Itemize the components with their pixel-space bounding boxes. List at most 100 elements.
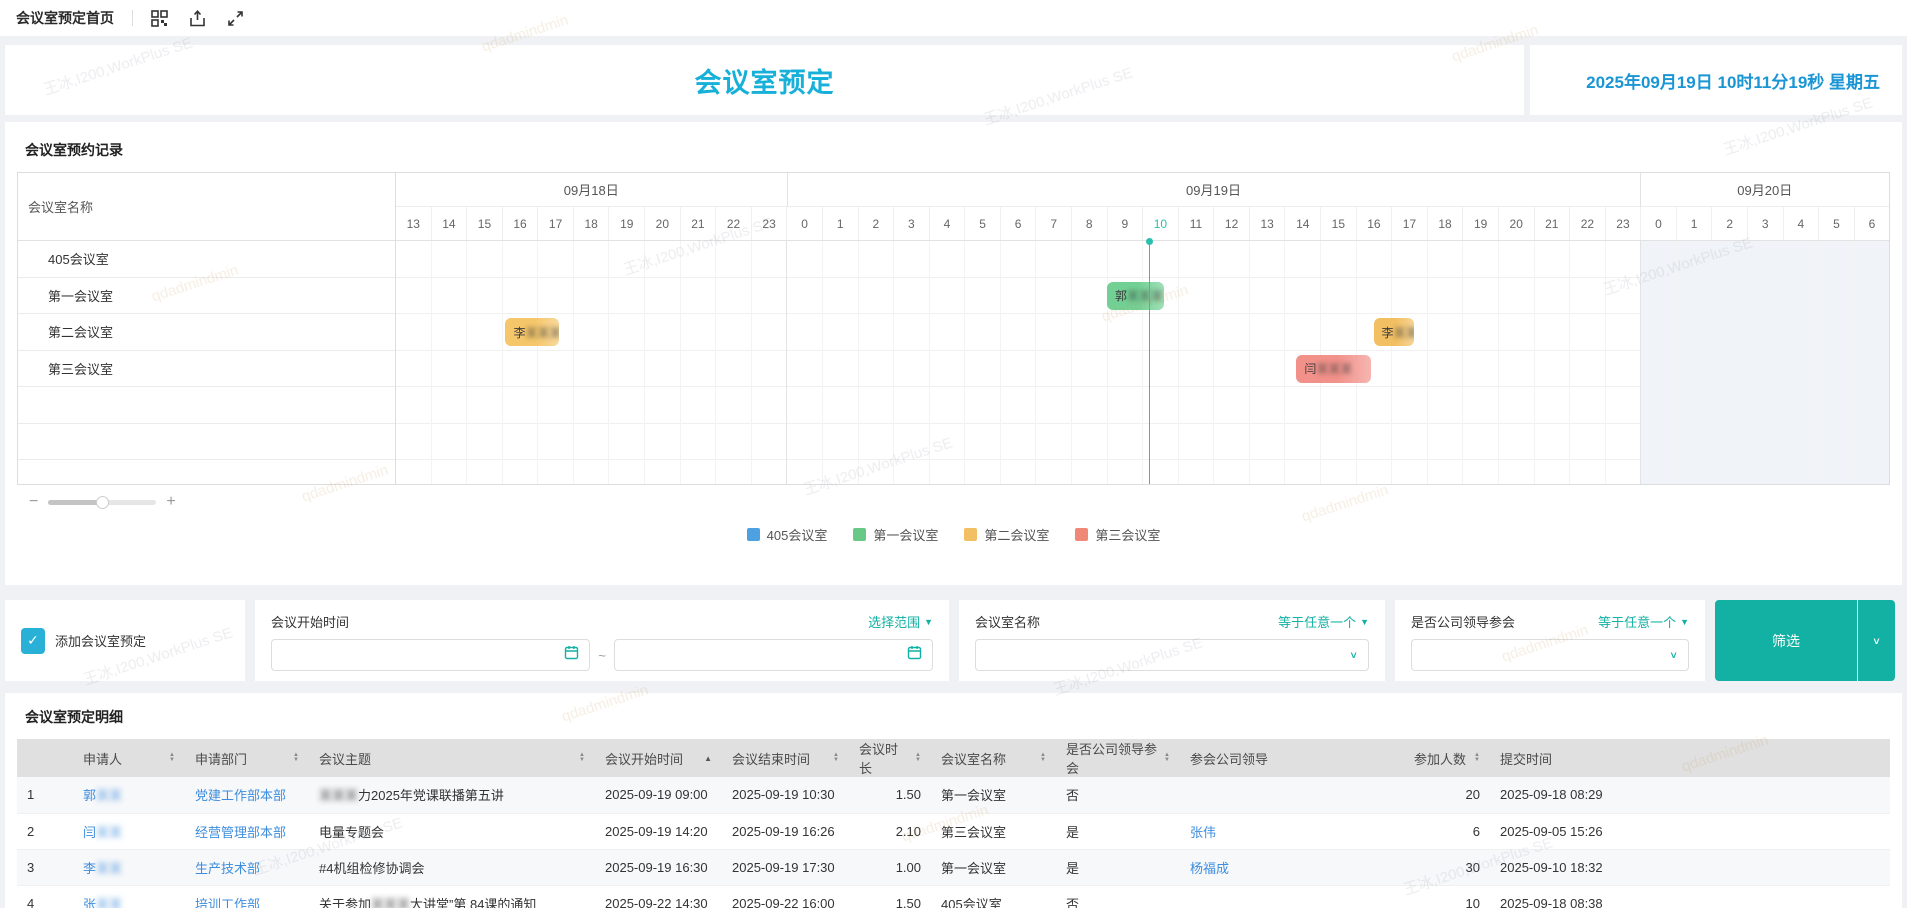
- gantt-legend: 405会议室 第一会议室 第二会议室 第三会议室: [17, 525, 1890, 544]
- cell-dept[interactable]: 生产技术部: [185, 849, 309, 885]
- cell-count: 30: [1390, 849, 1490, 885]
- gantt-hour-label: 17: [1392, 207, 1428, 240]
- column-header-room[interactable]: 会议室名称▲▼: [931, 739, 1056, 777]
- gantt-hour-label: 17: [538, 207, 574, 240]
- cell-topic: #4机组检修协调会: [309, 849, 595, 885]
- gantt-event-bar[interactable]: 李某某某: [505, 318, 558, 346]
- column-header-dept[interactable]: 申请部门▲▼: [185, 739, 309, 777]
- gantt-row: [396, 314, 1889, 351]
- start-date-from-input[interactable]: [271, 639, 590, 671]
- gantt-day-header: 09月19日: [788, 173, 1641, 207]
- gantt-hour-label: 19: [1463, 207, 1499, 240]
- gantt-hour-label: 0: [1641, 207, 1677, 240]
- gantt-event-bar[interactable]: 闫某某某: [1296, 355, 1371, 383]
- fullscreen-icon[interactable]: [225, 8, 245, 28]
- sort-icon: ▲▼: [1474, 753, 1480, 763]
- cell-end: 2025-09-22 16:00: [722, 885, 849, 908]
- gantt-event-bar[interactable]: 郭某某某: [1107, 282, 1164, 310]
- cell-leaders: [1180, 885, 1390, 908]
- zoom-out-button[interactable]: −: [25, 493, 42, 511]
- legend-item[interactable]: 第三会议室: [1075, 525, 1160, 544]
- legend-item[interactable]: 405会议室: [747, 525, 828, 544]
- cell-filler: [1650, 813, 1890, 849]
- legend-item[interactable]: 第二会议室: [964, 525, 1049, 544]
- table-row: 2闫某某经营管理部本部电量专题会2025-09-19 14:202025-09-…: [17, 813, 1890, 849]
- cell-applicant[interactable]: 闫某某: [73, 813, 185, 849]
- gantt-hour-label: 18: [574, 207, 610, 240]
- sort-icon: ▲▼: [833, 753, 839, 763]
- cell-count: 10: [1390, 885, 1490, 908]
- gantt-room-label: 第一会议室: [18, 278, 395, 315]
- cell-start: 2025-09-19 14:20: [595, 813, 722, 849]
- cell-room: 第三会议室: [931, 813, 1056, 849]
- add-reservation-button[interactable]: ✓ 添加会议室预定: [5, 600, 245, 681]
- caret-down-icon: ▼: [924, 617, 933, 627]
- cell-dept[interactable]: 党建工作部本部: [185, 777, 309, 813]
- legend-item[interactable]: 第一会议室: [853, 525, 938, 544]
- table-row: 4张某某培训工作部关于参加某某某大讲堂”第 84课的通知2025-09-22 1…: [17, 885, 1890, 908]
- cell-submitted: 2025-09-18 08:38: [1490, 885, 1650, 908]
- column-header-end[interactable]: 会议结束时间▲▼: [722, 739, 849, 777]
- gantt-hour-label: 23: [1606, 207, 1642, 240]
- cell-applicant[interactable]: 张某某: [73, 885, 185, 908]
- leader-mode-dropdown[interactable]: 等于任意一个▼: [1598, 612, 1689, 631]
- start-date-to-input[interactable]: [614, 639, 933, 671]
- zoom-in-button[interactable]: +: [162, 493, 179, 511]
- gantt-day-header: 09月18日: [396, 173, 788, 207]
- export-icon[interactable]: [187, 8, 207, 28]
- gantt-hour-label: 1: [1677, 207, 1713, 240]
- range-mode-dropdown[interactable]: 选择范围▼: [868, 612, 933, 631]
- filter-room-name: 会议室名称 等于任意一个▼ ∨: [959, 600, 1385, 681]
- room-mode-dropdown[interactable]: 等于任意一个▼: [1278, 612, 1369, 631]
- cell-room: 第一会议室: [931, 777, 1056, 813]
- cell-leader_attend: 否: [1056, 885, 1180, 908]
- qr-code-icon[interactable]: [149, 8, 169, 28]
- gantt-hour-label: 12: [1214, 207, 1250, 240]
- leader-attend-label: 是否公司领导参会: [1411, 612, 1515, 631]
- cell-end: 2025-09-19 10:30: [722, 777, 849, 813]
- gantt-hour-label: 6: [1855, 207, 1890, 240]
- column-header-count[interactable]: 参加人数▲▼: [1390, 739, 1490, 777]
- cell-leaders[interactable]: 杨福成: [1180, 849, 1390, 885]
- gantt-timeline: 09月18日09月19日09月20日 131415161718192021222…: [396, 173, 1889, 484]
- gantt-room-label: [18, 424, 395, 461]
- leader-attend-select[interactable]: ∨: [1411, 639, 1689, 671]
- cell-dept[interactable]: 培训工作部: [185, 885, 309, 908]
- gantt-room-label: 405会议室: [18, 241, 395, 278]
- cell-applicant[interactable]: 郭某某: [73, 777, 185, 813]
- table-row: 1郭某某党建工作部本部某某某力2025年党课联播第五讲2025-09-19 09…: [17, 777, 1890, 813]
- gantt-event-bar[interactable]: 李某某某: [1374, 318, 1415, 346]
- column-header-num: [17, 739, 73, 777]
- zoom-slider-handle[interactable]: [96, 496, 109, 509]
- cell-filler: [1650, 849, 1890, 885]
- filter-button[interactable]: 筛选 ∨: [1715, 600, 1895, 681]
- gantt-hour-label: 16: [1357, 207, 1393, 240]
- column-header-start[interactable]: 会议开始时间▲: [595, 739, 722, 777]
- add-reservation-label: 添加会议室预定: [55, 631, 146, 650]
- column-header-topic[interactable]: 会议主题▲▼: [309, 739, 595, 777]
- room-name-select[interactable]: ∨: [975, 639, 1369, 671]
- column-header-leader_attend[interactable]: 是否公司领导参会▲▼: [1056, 739, 1180, 777]
- column-header-leaders: 参会公司领导: [1180, 739, 1390, 777]
- sort-icon: ▲▼: [293, 753, 299, 763]
- cell-num: 1: [17, 777, 73, 813]
- table-section-title: 会议室预定明细: [17, 701, 1890, 739]
- cell-leaders[interactable]: 张伟: [1180, 813, 1390, 849]
- filter-button-chevron[interactable]: ∨: [1857, 600, 1895, 681]
- gantt-hour-label: 5: [1819, 207, 1855, 240]
- gantt-hour-label: 13: [1250, 207, 1286, 240]
- cell-applicant[interactable]: 李某某: [73, 849, 185, 885]
- gantt-room-column: 会议室名称 405会议室第一会议室第二会议室第三会议室: [18, 173, 396, 484]
- column-header-applicant[interactable]: 申请人▲▼: [73, 739, 185, 777]
- legend-swatch: [853, 528, 866, 541]
- detail-table-card: 会议室预定明细 申请人▲▼申请部门▲▼会议主题▲▼会议开始时间▲会议结束时间▲▼…: [5, 693, 1902, 908]
- header-row: 会议室预定 2025年09月19日 10时11分19秒 星期五: [5, 45, 1902, 115]
- column-header-duration[interactable]: 会议时长▲▼: [849, 739, 931, 777]
- cell-leader_attend: 是: [1056, 849, 1180, 885]
- gantt-hour-label: 2: [1712, 207, 1748, 240]
- gantt-hour-label: 7: [1036, 207, 1072, 240]
- zoom-slider[interactable]: [48, 500, 156, 505]
- cell-dept[interactable]: 经营管理部本部: [185, 813, 309, 849]
- gantt-hour-label: 4: [930, 207, 966, 240]
- current-datetime: 2025年09月19日 10时11分19秒 星期五: [1586, 68, 1880, 93]
